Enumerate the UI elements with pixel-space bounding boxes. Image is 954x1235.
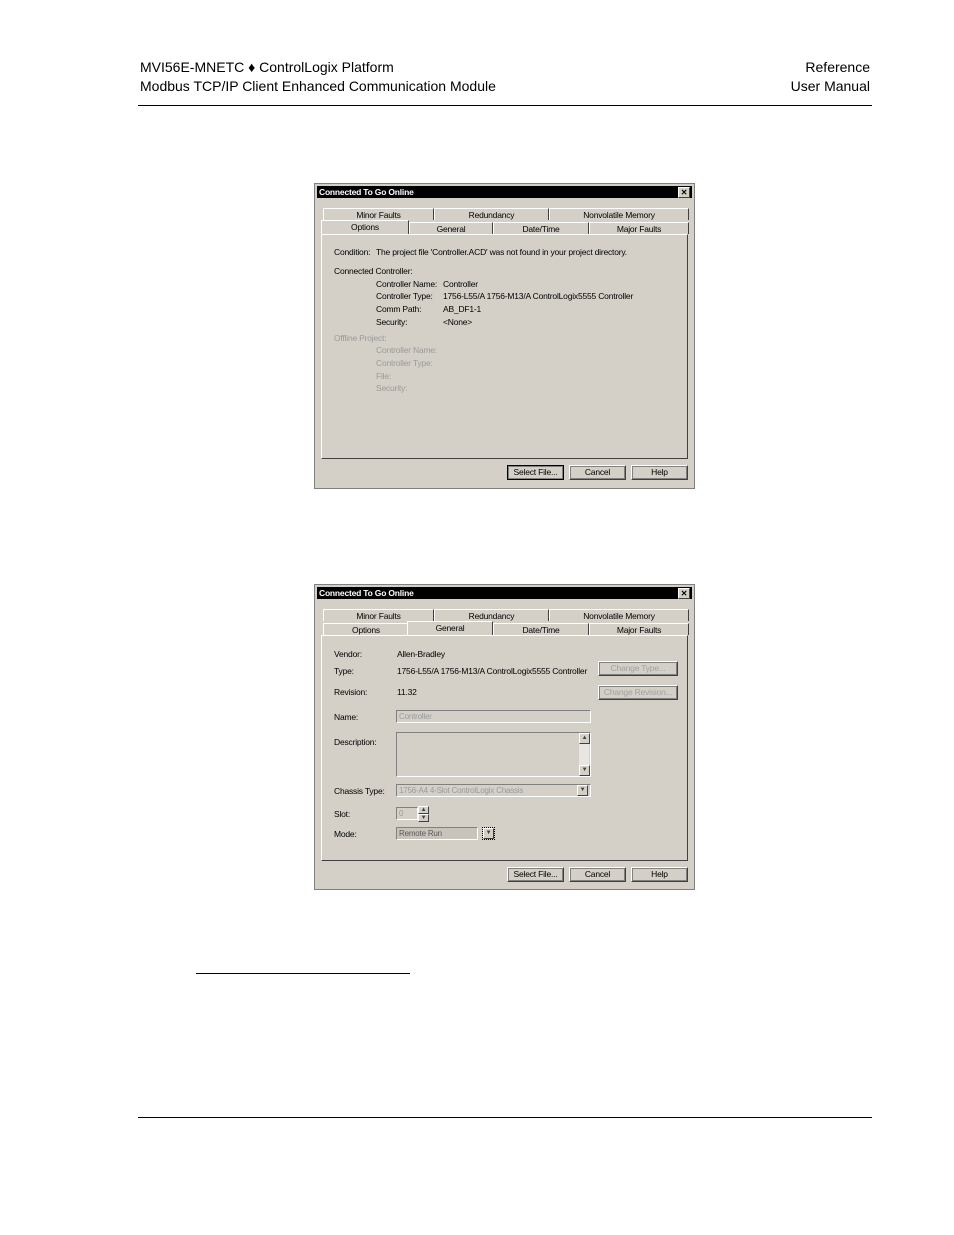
offline-security-label: Security: [376, 383, 408, 393]
description-label: Description: [334, 737, 377, 747]
tab-minor-faults[interactable]: Minor Faults [323, 609, 434, 621]
close-icon[interactable]: ✕ [678, 187, 690, 198]
comm-path-label: Comm Path: [376, 304, 422, 314]
footer-rule [138, 1117, 872, 1118]
condition-label: Condition: [334, 247, 371, 257]
tab-minor-faults[interactable]: Minor Faults [323, 208, 434, 220]
vendor-value: Allen-Bradley [397, 649, 445, 659]
controller-type-value: 1756-L55/A 1756-M13/A ControlLogix5555 C… [443, 291, 634, 301]
cancel-button[interactable]: Cancel [569, 867, 626, 882]
mode-select[interactable]: Remote Run [396, 827, 478, 840]
header-product-title: MVI56E-MNETC ♦ ControlLogix Platform [140, 59, 394, 75]
connected-controller-heading: Connected Controller: [334, 266, 413, 276]
tab-options[interactable]: Options [323, 623, 409, 635]
comm-path-value: AB_DF1-1 [443, 304, 482, 314]
controller-type-label: Controller Type: [376, 291, 433, 301]
tab-date-time[interactable]: Date/Time [493, 623, 589, 635]
help-button[interactable]: Help [631, 867, 688, 882]
tab-major-faults[interactable]: Major Faults [589, 222, 689, 234]
dialog-general: Connected To Go Online ✕ Minor Faults Re… [314, 584, 695, 890]
vendor-label: Vendor: [334, 649, 362, 659]
slot-field[interactable]: 0 [396, 807, 418, 820]
scroll-down-icon[interactable]: ▼ [579, 765, 590, 776]
dialog-title-bar: Connected To Go Online ✕ [317, 587, 692, 599]
tab-redundancy[interactable]: Redundancy [434, 208, 549, 220]
footnote-rule [196, 973, 410, 974]
tab-nonvolatile-memory[interactable]: Nonvolatile Memory [549, 208, 689, 220]
chassis-type-select[interactable]: 1756-A4 4-Slot ControlLogix Chassis [396, 784, 591, 797]
offline-controller-name-label: Controller Name: [376, 345, 438, 355]
tab-options[interactable]: Options [321, 220, 409, 234]
slot-up-icon[interactable]: ▲ [418, 806, 429, 814]
dialog-title-bar: Connected To Go Online ✕ [317, 186, 692, 198]
condition-text: The project file 'Controller.ACD' was no… [376, 247, 627, 257]
select-file-button[interactable]: Select File... [507, 867, 564, 882]
controller-name-label: Controller Name: [376, 279, 438, 289]
header-section: Reference [805, 59, 870, 75]
change-revision-button[interactable]: Change Revision... [598, 685, 678, 700]
options-panel: Condition: The project file 'Controller.… [321, 234, 688, 459]
page-header-left: MVI56E-MNETC ♦ ControlLogix Platform Mod… [140, 58, 496, 96]
help-button[interactable]: Help [631, 465, 688, 480]
mode-dropdown-icon[interactable]: ▼ [482, 827, 495, 840]
close-icon[interactable]: ✕ [678, 588, 690, 599]
change-type-button[interactable]: Change Type... [598, 661, 678, 676]
chassis-type-label: Chassis Type: [334, 786, 385, 796]
chassis-dropdown-icon[interactable]: ▼ [577, 785, 588, 796]
name-label: Name: [334, 712, 359, 722]
header-doc-type: User Manual [790, 78, 870, 94]
tab-major-faults[interactable]: Major Faults [589, 623, 689, 635]
security-label: Security: [376, 317, 408, 327]
controller-name-value: Controller [443, 279, 478, 289]
select-file-button[interactable]: Select File... [507, 465, 564, 480]
dialog-options: Connected To Go Online ✕ Minor Faults Re… [314, 183, 695, 489]
tab-general[interactable]: General [407, 621, 493, 635]
type-value: 1756-L55/A 1756-M13/A ControlLogix5555 C… [397, 666, 588, 676]
tab-general[interactable]: General [409, 222, 493, 234]
revision-label: Revision: [334, 687, 368, 697]
mode-label: Mode: [334, 829, 357, 839]
revision-value: 11.32 [397, 687, 417, 697]
header-rule [138, 105, 872, 106]
offline-project-heading: Offline Project: [334, 333, 387, 343]
slot-label: Slot: [334, 809, 351, 819]
description-scrollbar[interactable]: ▲ ▼ [578, 733, 590, 776]
scroll-up-icon[interactable]: ▲ [579, 733, 590, 744]
general-panel: Vendor: Allen-Bradley Type: 1756-L55/A 1… [321, 635, 688, 861]
name-field[interactable]: Controller [396, 710, 591, 723]
type-label: Type: [334, 666, 354, 676]
slot-down-icon[interactable]: ▼ [418, 814, 429, 822]
offline-controller-type-label: Controller Type: [376, 358, 433, 368]
page-header-right: Reference User Manual [791, 58, 870, 96]
dialog-title: Connected To Go Online [319, 187, 414, 197]
tab-redundancy[interactable]: Redundancy [434, 609, 549, 621]
description-field[interactable] [396, 732, 591, 777]
header-module-title: Modbus TCP/IP Client Enhanced Communicat… [140, 78, 496, 94]
tab-nonvolatile-memory[interactable]: Nonvolatile Memory [549, 609, 689, 621]
tab-date-time[interactable]: Date/Time [493, 222, 589, 234]
security-value: <None> [443, 317, 473, 327]
offline-file-label: File: [376, 371, 392, 381]
cancel-button[interactable]: Cancel [569, 465, 626, 480]
dialog-title: Connected To Go Online [319, 588, 414, 598]
